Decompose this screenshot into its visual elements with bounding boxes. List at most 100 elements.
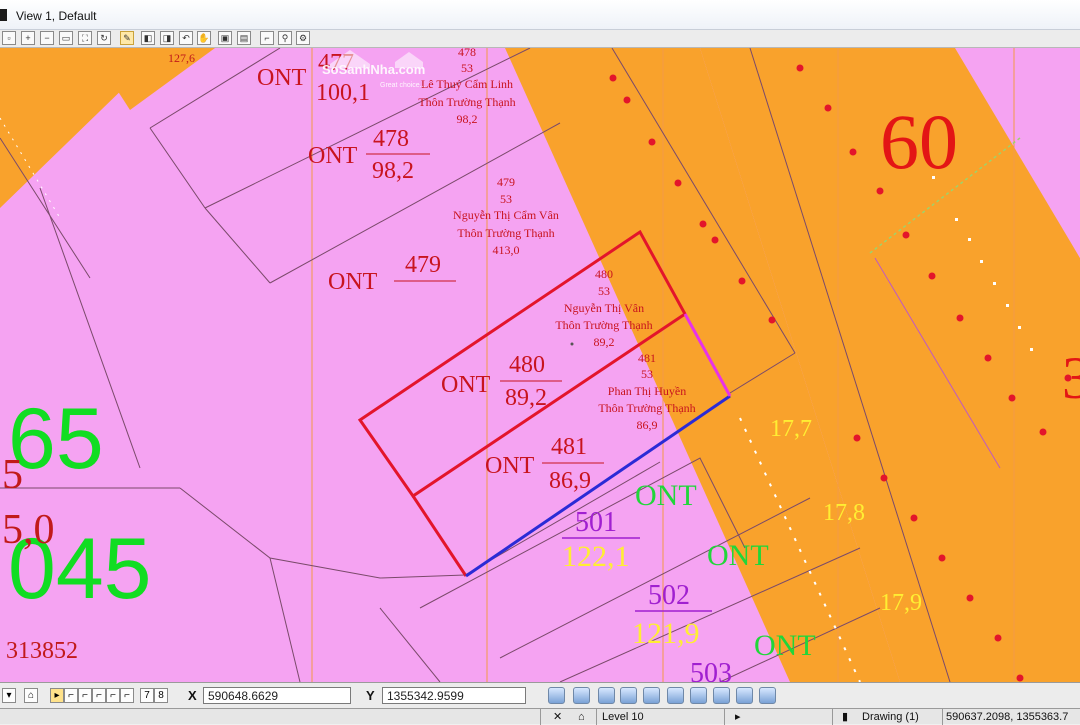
survey-point — [993, 282, 996, 285]
coordinate-bar: ▾ ⌂ ▸ ⌐ ⌐ ⌐ ⌐ ⌐ 7 8 X Y — [0, 682, 1080, 708]
x-label: X — [188, 688, 197, 703]
marker-dot — [938, 554, 946, 562]
reference-icon[interactable] — [690, 687, 707, 704]
marker-dot — [910, 514, 918, 522]
globe-icon[interactable] — [548, 687, 565, 704]
parcel-number: 480 — [509, 352, 545, 378]
survey-point — [1030, 348, 1033, 351]
active-level[interactable]: Level 10 — [602, 710, 720, 724]
svg-text:480: 480 — [595, 267, 613, 281]
view-7-button[interactable]: 7 — [140, 688, 154, 703]
settings-icon[interactable] — [620, 687, 637, 704]
cadastral-map[interactable]: 60 3 65 045 5 5,0 313852 127,6 17,7 17,8… — [0, 48, 1080, 682]
copy-view-icon[interactable]: ▣ — [218, 31, 232, 45]
svg-text:53: 53 — [641, 367, 653, 381]
pan-view-icon[interactable]: ✎ — [120, 31, 134, 45]
view-next-icon[interactable]: ◨ — [160, 31, 174, 45]
fit-view-icon[interactable]: ⛶ — [78, 31, 92, 45]
zoom-in-icon[interactable]: + — [21, 31, 35, 45]
rotate-icon[interactable] — [573, 687, 590, 704]
marker-dot — [849, 148, 857, 156]
lock-icon[interactable]: ⌂ — [578, 710, 585, 724]
edge-label: 17,9 — [880, 590, 922, 616]
svg-text:Thôn Trường Thạnh: Thôn Trường Thạnh — [457, 226, 554, 240]
marker-dot — [674, 179, 682, 187]
svg-text:Thôn Trường Thạnh: Thôn Trường Thạnh — [418, 95, 515, 109]
svg-text:ONT: ONT — [707, 539, 769, 572]
window-area-icon[interactable]: ▭ — [59, 31, 73, 45]
snap-icon[interactable]: ▸ — [50, 688, 64, 703]
svg-text:53: 53 — [461, 61, 473, 75]
parcel-type: ONT — [257, 65, 307, 91]
layer-icon[interactable] — [667, 687, 684, 704]
svg-text:Great choice...: Great choice... — [380, 82, 426, 89]
rotate-view-icon[interactable]: ↻ — [97, 31, 111, 45]
survey-point — [1018, 326, 1021, 329]
snap-mode-icon[interactable]: ⌐ — [64, 688, 78, 703]
marker-dot — [1008, 394, 1016, 402]
zoom-out-icon[interactable]: − — [40, 31, 54, 45]
y-coordinate-field[interactable] — [382, 687, 526, 704]
road-number-partial: 3 — [1062, 345, 1080, 411]
y-label: Y — [366, 688, 375, 703]
camera-icon[interactable]: ▤ — [237, 31, 251, 45]
svg-text:ONT: ONT — [754, 629, 816, 662]
svg-text:98,2: 98,2 — [457, 112, 478, 126]
snap-mode-icon[interactable]: ⌐ — [92, 688, 106, 703]
marker-dot — [994, 634, 1002, 642]
tools-icon[interactable] — [598, 687, 615, 704]
view-previous-icon[interactable]: ◧ — [141, 31, 155, 45]
svg-text:53: 53 — [500, 192, 512, 206]
undo-view-icon[interactable]: ↶ — [179, 31, 193, 45]
snap-mode-icon[interactable]: ⌐ — [78, 688, 92, 703]
marker-dot — [880, 474, 888, 482]
display-mode-icon[interactable]: ⚲ — [278, 31, 292, 45]
map-canvas[interactable]: 60 3 65 045 5 5,0 313852 127,6 17,7 17,8… — [0, 48, 1080, 682]
window-titlebar: View 1, Default — [0, 0, 1080, 30]
svg-text:481: 481 — [638, 351, 656, 365]
marker-dot — [1016, 674, 1024, 682]
parcel-area: 98,2 — [372, 158, 414, 184]
svg-text:89,2: 89,2 — [594, 335, 615, 349]
marker-dot — [853, 434, 861, 442]
parcel-type: ONT — [328, 269, 378, 295]
pointer-icon: ▸ — [735, 711, 741, 723]
cut-off-parcel-number: 503 — [690, 658, 732, 682]
app-icon — [0, 9, 7, 21]
x-coordinate-field[interactable] — [203, 687, 351, 704]
marker-dot — [648, 138, 656, 146]
marker-dot — [1039, 428, 1047, 436]
marker-dot — [699, 220, 707, 228]
marker-dot — [902, 231, 910, 239]
snap-mode-icon[interactable]: ⌐ — [106, 688, 120, 703]
marker-dot — [824, 104, 832, 112]
parcel-type: ONT — [441, 372, 491, 398]
view-8-button[interactable]: 8 — [154, 688, 168, 703]
dropdown-arrow-icon[interactable]: ▾ — [2, 688, 16, 703]
update-view-icon[interactable]: ▫ — [2, 31, 16, 45]
parcel-area: 100,1 — [316, 80, 370, 106]
marker-dot — [876, 187, 884, 195]
survey-point — [1006, 304, 1009, 307]
clip-volume-icon[interactable]: ⌐ — [260, 31, 274, 45]
view-toolbar: ▫ + − ▭ ⛶ ↻ ✎ ◧ ◨ ↶ ✋ ▣ ▤ ⌐ ⚲ ⚙ — [0, 30, 1080, 48]
render-icon[interactable]: ⚙ — [296, 31, 310, 45]
marker-dot — [966, 594, 974, 602]
print-icon[interactable] — [736, 687, 753, 704]
svg-text:ONT: ONT — [635, 479, 697, 512]
survey-point — [955, 218, 958, 221]
save-icon[interactable] — [713, 687, 730, 704]
svg-text:86,9: 86,9 — [637, 418, 658, 432]
fragment-area: 5,0 — [2, 507, 55, 553]
accudraw-icon[interactable]: ⌂ — [24, 688, 38, 703]
snap-mode-icon[interactable]: ⌐ — [120, 688, 134, 703]
parcel-area: 89,2 — [505, 385, 547, 411]
hand-pan-icon[interactable]: ✋ — [197, 31, 211, 45]
target-icon[interactable] — [643, 687, 660, 704]
marker-dot — [711, 236, 719, 244]
svg-text:Lê Thuỷ Cẩm Linh: Lê Thuỷ Cẩm Linh — [421, 77, 513, 91]
marker-dot — [956, 314, 964, 322]
drawing-icon: ▮ — [842, 711, 849, 723]
image-icon[interactable] — [759, 687, 776, 704]
survey-point — [968, 238, 971, 241]
